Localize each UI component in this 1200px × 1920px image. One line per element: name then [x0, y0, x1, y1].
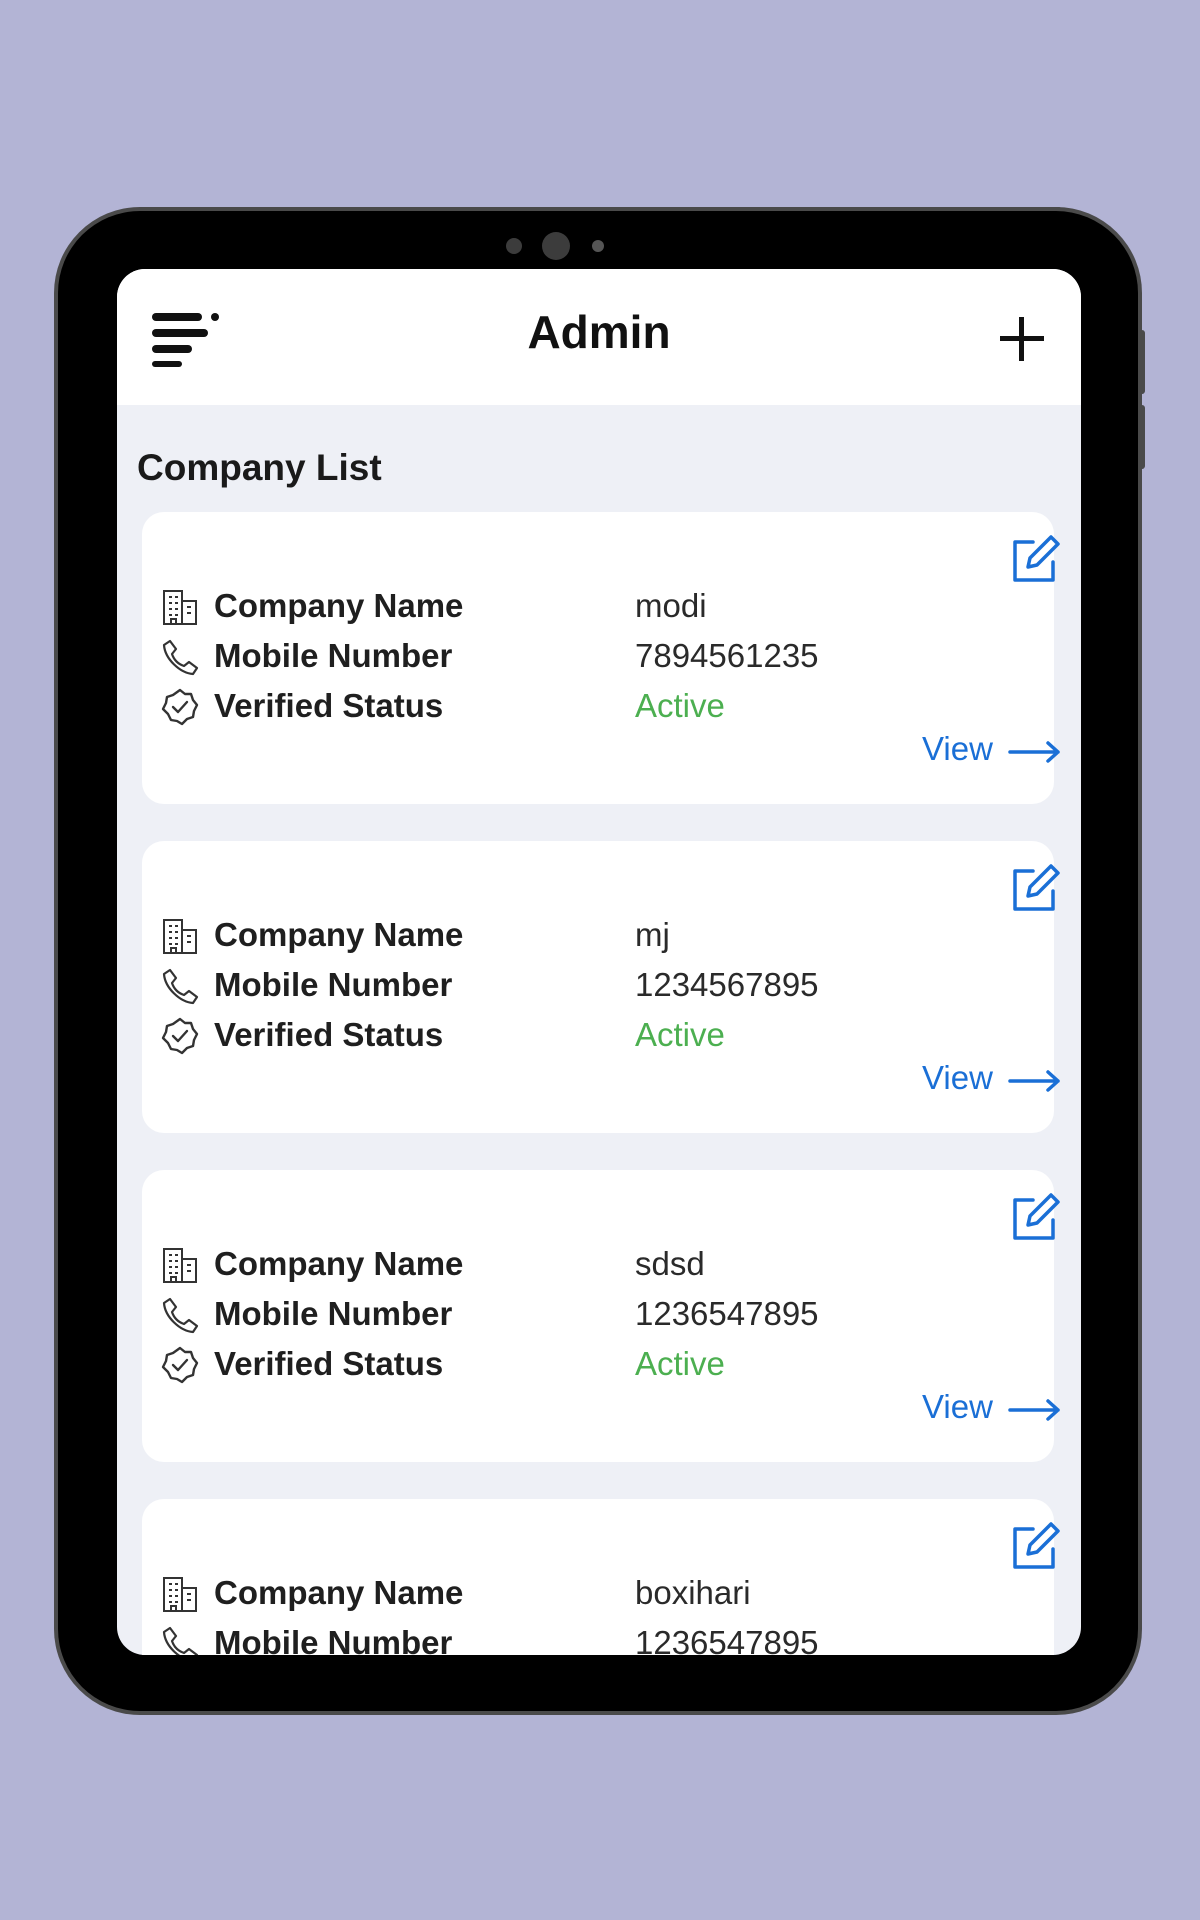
phone-icon — [162, 968, 199, 1005]
company-name-label: Company Name — [214, 587, 464, 624]
verified-status-label: Verified Status — [214, 1345, 444, 1382]
camera-sensor — [592, 240, 604, 252]
verified-status-label: Verified Status — [214, 687, 444, 724]
mobile-number-label: Mobile Number — [214, 1295, 453, 1332]
device-volume-down-button — [1138, 405, 1145, 469]
mobile-number-value: 1234567895 — [635, 966, 819, 1003]
camera-dot — [506, 238, 522, 254]
verified-badge-icon — [161, 688, 199, 726]
plus-icon — [1000, 317, 1044, 361]
mobile-number-label: Mobile Number — [214, 966, 453, 1003]
company-name-row: Company Name modi — [160, 585, 1020, 629]
company-name-row: Company Name sdsd — [160, 1243, 1020, 1287]
section-title: Company List — [137, 447, 382, 488]
mobile-number-value: 1236547895 — [635, 1624, 819, 1655]
building-icon — [163, 1577, 197, 1612]
edit-icon — [1013, 1522, 1060, 1569]
arrow-right-icon — [1008, 741, 1060, 763]
edit-company-button[interactable] — [1007, 1190, 1063, 1246]
mobile-number-value: 1236547895 — [635, 1295, 819, 1332]
verified-status-row: Verified Status Active — [160, 1343, 1020, 1387]
verified-status-value: Active — [635, 687, 725, 724]
company-card: Company Name sdsd Mobile Number 12365478… — [142, 1170, 1060, 1462]
view-company-link[interactable]: View — [922, 1059, 1062, 1103]
verified-badge-icon — [161, 1017, 199, 1055]
mobile-number-row: Mobile Number 1236547895 — [160, 1293, 1020, 1337]
mobile-number-label: Mobile Number — [214, 637, 453, 674]
mobile-number-row: Mobile Number 7894561235 — [160, 635, 1020, 679]
view-link-label: View — [922, 730, 993, 767]
mobile-number-row: Mobile Number 1234567895 — [160, 964, 1020, 1008]
company-card: Company Name mj Mobile Number 1234567895… — [142, 841, 1060, 1133]
building-icon — [163, 1248, 197, 1283]
view-company-link[interactable]: View — [922, 1388, 1062, 1432]
building-icon — [163, 590, 197, 625]
verified-status-row: Verified Status Active — [160, 685, 1020, 729]
company-name-row: Company Name boxihari — [160, 1572, 1020, 1616]
mobile-number-label: Mobile Number — [214, 1624, 453, 1655]
add-company-button[interactable] — [992, 309, 1052, 369]
edit-icon — [1013, 535, 1060, 582]
edit-company-button[interactable] — [1007, 532, 1063, 588]
company-name-label: Company Name — [214, 916, 464, 953]
company-name-label: Company Name — [214, 1245, 464, 1282]
verified-badge-icon — [161, 1346, 199, 1384]
phone-icon — [162, 1626, 199, 1655]
arrow-right-icon — [1008, 1399, 1060, 1421]
company-name-value: boxihari — [635, 1574, 751, 1611]
verified-status-label: Verified Status — [214, 1016, 444, 1053]
mobile-number-row: Mobile Number 1236547895 — [160, 1622, 1020, 1655]
edit-company-button[interactable] — [1007, 1519, 1063, 1575]
verified-status-value: Active — [635, 1345, 725, 1382]
company-name-value: modi — [635, 587, 707, 624]
edit-company-button[interactable] — [1007, 861, 1063, 917]
view-link-label: View — [922, 1059, 993, 1096]
verified-status-row: Verified Status Active — [160, 1014, 1020, 1058]
app-bar: Admin — [117, 269, 1081, 405]
edit-icon — [1013, 864, 1060, 911]
company-name-label: Company Name — [214, 1574, 464, 1611]
phone-icon — [162, 639, 199, 676]
company-card: Company Name modi Mobile Number 78945612… — [142, 512, 1060, 804]
company-name-value: mj — [635, 916, 670, 953]
company-name-row: Company Name mj — [160, 914, 1020, 958]
phone-icon — [162, 1297, 199, 1334]
company-name-value: sdsd — [635, 1245, 705, 1282]
edit-icon — [1013, 1193, 1060, 1240]
arrow-right-icon — [1008, 1070, 1060, 1092]
company-card: Company Name boxihari Mobile Number 1236… — [142, 1499, 1060, 1655]
building-icon — [163, 919, 197, 954]
mobile-number-value: 7894561235 — [635, 637, 819, 674]
page-title: Admin — [527, 306, 671, 358]
view-link-label: View — [922, 1388, 993, 1425]
camera-lens — [542, 232, 570, 260]
view-company-link[interactable]: View — [922, 730, 1062, 774]
app-screen: Admin Company List Company Name modi Mob… — [117, 269, 1081, 1655]
device-volume-up-button — [1138, 330, 1145, 394]
verified-status-value: Active — [635, 1016, 725, 1053]
